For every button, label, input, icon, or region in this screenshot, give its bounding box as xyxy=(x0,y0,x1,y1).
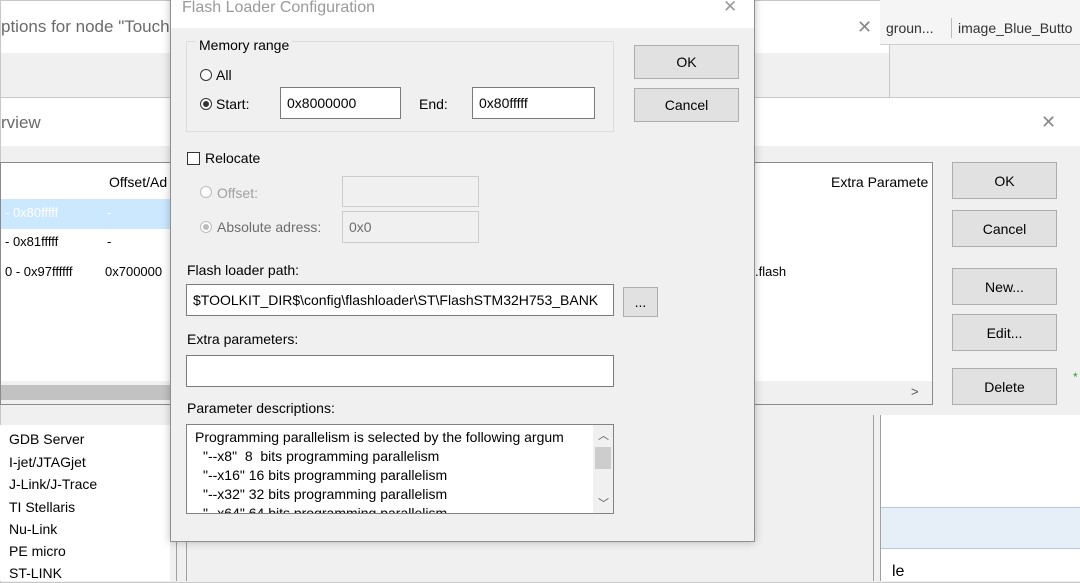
offset-input[interactable] xyxy=(342,176,479,207)
param-desc-line: "--x64" 64 bits programming parallelism xyxy=(203,505,448,514)
start-radio[interactable] xyxy=(200,98,212,110)
table-header-extra[interactable]: Extra Paramete xyxy=(831,174,928,190)
debugger-list: GDB Server I-jet/JTAGjet J-Link/J-Trace … xyxy=(0,425,170,581)
scroll-up-icon[interactable]: ︿ xyxy=(598,427,609,443)
param-desc-box[interactable]: Programming parallelism is selected by t… xyxy=(186,424,614,514)
debugger-item[interactable]: TI Stellaris xyxy=(9,499,75,515)
green-mark: * xyxy=(1073,370,1078,384)
right-panel-header xyxy=(881,507,1080,549)
relocate-checkbox[interactable] xyxy=(187,152,200,165)
all-radio[interactable] xyxy=(200,69,212,81)
absolute-radio[interactable] xyxy=(200,221,212,233)
param-desc-label: Parameter descriptions: xyxy=(187,400,335,416)
overview-cancel-button[interactable]: Cancel xyxy=(952,210,1057,247)
debugger-item[interactable]: J-Link/J-Trace xyxy=(9,476,97,492)
dialog-title: Flash Loader Configuration xyxy=(182,0,376,16)
scrollbar-thumb[interactable] xyxy=(1,385,171,400)
options-window-title: ptions for node "Touch xyxy=(1,17,170,36)
right-panel: le xyxy=(873,415,1080,581)
offset-label: Offset: xyxy=(217,185,258,201)
absolute-input[interactable]: 0x0 xyxy=(342,211,479,243)
tab-divider xyxy=(951,18,952,38)
debugger-item[interactable]: GDB Server xyxy=(9,431,84,447)
scrollbar-thumb[interactable] xyxy=(595,447,611,469)
table-row-offset: - xyxy=(107,205,112,220)
overview-edit-button[interactable]: Edit... xyxy=(952,314,1057,351)
start-input[interactable]: 0x8000000 xyxy=(280,87,401,119)
debugger-item[interactable]: I-jet/JTAGjet xyxy=(9,454,86,470)
tab-background[interactable]: groun... xyxy=(886,20,933,36)
table-header-offset[interactable]: Offset/Ad xyxy=(109,174,167,190)
table-row[interactable]: 0 - 0x97ffffff xyxy=(5,264,72,279)
scroll-down-icon[interactable]: ﹀ xyxy=(598,495,609,511)
options-close-icon[interactable]: ✕ xyxy=(857,17,872,38)
table-row-offset: 0x700000 xyxy=(105,264,163,279)
right-panel-text: le xyxy=(892,563,905,580)
flash-loader-dialog: Flash Loader Configuration ✕ Memory rang… xyxy=(170,0,755,542)
dialog-cancel-button[interactable]: Cancel xyxy=(634,88,739,122)
scroll-right-icon[interactable]: > xyxy=(911,384,919,399)
param-desc-line: "--x32" 32 bits programming parallelism xyxy=(203,486,448,502)
end-label: End: xyxy=(419,96,448,112)
memory-range-label: Memory range xyxy=(196,37,293,53)
start-label: Start: xyxy=(216,96,250,112)
debugger-item[interactable]: Nu-Link xyxy=(9,521,57,537)
table-row-offset: - xyxy=(107,234,112,249)
table-row-extra: .flash xyxy=(755,264,787,279)
flash-path-input[interactable]: $TOOLKIT_DIR$\config\flashloader\ST\Flas… xyxy=(186,284,614,316)
relocate-label: Relocate xyxy=(205,150,261,166)
editor-tabs: groun... image_Blue_Butto xyxy=(880,0,1080,45)
table-row[interactable]: - 0x80fffff xyxy=(5,205,58,220)
flash-path-label: Flash loader path: xyxy=(187,262,300,278)
param-desc-line: Programming parallelism is selected by t… xyxy=(195,429,564,445)
param-desc-line: "--x8" 8 bits programming parallelism xyxy=(203,448,440,464)
extra-params-label: Extra parameters: xyxy=(187,331,299,347)
overview-delete-button[interactable]: Delete xyxy=(952,368,1057,405)
param-desc-scrollbar[interactable]: ︿ ﹀ xyxy=(593,425,613,513)
all-label: All xyxy=(216,67,232,83)
param-desc-line: "--x16" 16 bits programming parallelism xyxy=(203,467,448,483)
dialog-ok-button[interactable]: OK xyxy=(634,45,739,79)
browse-button[interactable]: ... xyxy=(623,287,658,317)
overview-ok-button[interactable]: OK xyxy=(952,162,1057,199)
tab-image-blue-button[interactable]: image_Blue_Butto xyxy=(958,20,1072,36)
extra-params-input[interactable] xyxy=(186,355,614,387)
absolute-label: Absolute adress: xyxy=(217,219,322,235)
overview-title: rview xyxy=(1,113,41,132)
right-panel-inner xyxy=(880,415,1080,581)
overview-close-icon[interactable]: ✕ xyxy=(1041,112,1056,133)
end-input[interactable]: 0x80fffff xyxy=(472,87,595,119)
offset-radio[interactable] xyxy=(200,186,212,198)
overview-new-button[interactable]: New... xyxy=(952,268,1057,305)
debugger-item[interactable]: PE micro xyxy=(9,543,66,559)
dialog-close-icon[interactable]: ✕ xyxy=(723,0,737,17)
debugger-item[interactable]: ST-LINK xyxy=(9,565,62,581)
table-row[interactable]: - 0x81fffff xyxy=(5,234,58,249)
